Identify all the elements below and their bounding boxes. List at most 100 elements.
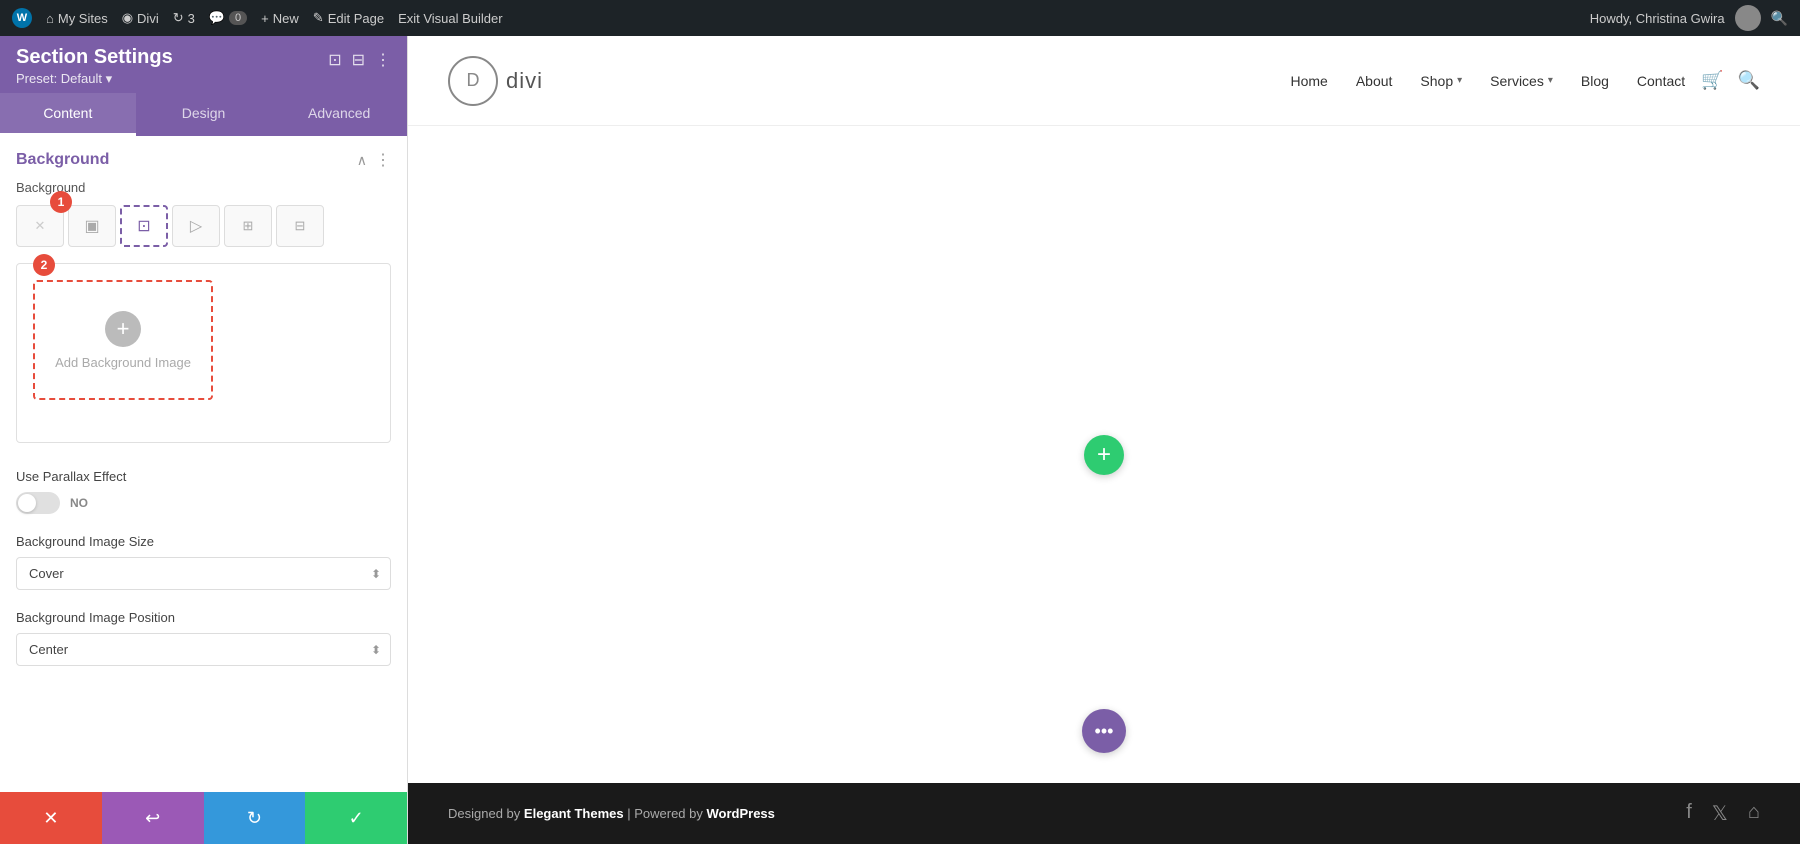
image-position-select-wrapper: Center Top Left Top Center Top Right [16, 633, 391, 666]
site-logo: D divi [448, 56, 543, 106]
howdy-text: Howdy, Christina Gwira [1590, 11, 1725, 26]
divi-btn[interactable]: ◉ Divi [122, 10, 159, 26]
more-options-button[interactable]: ••• [1082, 709, 1126, 753]
image-position-field: Background Image Position Center Top Lef… [0, 600, 407, 676]
search-icon[interactable]: 🔍 [1738, 70, 1760, 91]
services-chevron-icon: ▾ [1548, 75, 1553, 86]
action-bar: ✕ ↩ ↻ ✓ [0, 792, 407, 844]
footer-social: f 𝕏 ⌂ [1686, 801, 1760, 826]
user-avatar[interactable] [1735, 5, 1761, 31]
tab-design[interactable]: Design [136, 93, 272, 136]
revisions-btn[interactable]: ↻ 3 [173, 10, 195, 26]
bg-type-video[interactable]: ▷ [172, 205, 220, 247]
left-panel: Section Settings Preset: Default ▾ ⊡ ⊟ ⋮… [0, 36, 408, 844]
my-sites-btn[interactable]: ⌂ My Sites [46, 11, 108, 26]
page-content: + ••• [408, 126, 1800, 783]
exit-builder-btn[interactable]: Exit Visual Builder [398, 11, 503, 26]
admin-bar-right: Howdy, Christina Gwira 🔍 [1590, 5, 1788, 31]
nav-contact[interactable]: Contact [1637, 73, 1685, 89]
section-header-icons: ∧ ⋮ [357, 150, 391, 170]
instagram-icon[interactable]: ⌂ [1748, 801, 1760, 826]
panel-preset[interactable]: Preset: Default ▾ [16, 71, 173, 87]
image-position-select[interactable]: Center Top Left Top Center Top Right [16, 633, 391, 666]
bg-type-pattern[interactable]: ⊞ [224, 205, 272, 247]
image-size-field: Background Image Size Cover Contain Stre… [0, 524, 407, 600]
twitter-icon[interactable]: 𝕏 [1712, 801, 1728, 826]
tab-content[interactable]: Content [0, 93, 136, 136]
home-icon: ⌂ [46, 11, 54, 26]
logo-text: divi [506, 68, 543, 94]
bg-type-image[interactable]: ⊡ [120, 205, 168, 247]
undo-icon: ↩ [145, 808, 160, 829]
image-upload-area: 2 + Add Background Image [16, 263, 391, 443]
undo-button[interactable]: ↩ [102, 792, 204, 844]
section-more-icon[interactable]: ⋮ [375, 150, 391, 170]
image-size-label: Background Image Size [16, 534, 391, 549]
wordpress-icon[interactable]: W [12, 8, 32, 28]
divi-icon: ◉ [122, 10, 133, 26]
bg-type-color[interactable]: ▣ [68, 205, 116, 247]
cancel-button[interactable]: ✕ [0, 792, 102, 844]
toggle-knob [18, 494, 36, 512]
parallax-toggle[interactable] [16, 492, 60, 514]
revisions-icon: ↻ [173, 10, 184, 26]
step2-badge: 2 [33, 254, 55, 276]
collapse-icon[interactable]: ∧ [357, 152, 367, 169]
cancel-icon: ✕ [43, 808, 58, 829]
panel-title: Section Settings [16, 46, 173, 69]
site-nav: Home About Shop ▾ Services ▾ Blog Contac [1290, 73, 1685, 89]
new-btn[interactable]: + New [261, 11, 299, 26]
parallax-field: Use Parallax Effect NO [0, 459, 407, 524]
panel-header: Section Settings Preset: Default ▾ ⊡ ⊟ ⋮ [0, 36, 407, 93]
pattern-icon: ⊞ [243, 218, 254, 234]
responsive-icon[interactable]: ⊡ [328, 50, 341, 70]
tab-advanced[interactable]: Advanced [271, 93, 407, 136]
main-layout: Section Settings Preset: Default ▾ ⊡ ⊟ ⋮… [0, 36, 1800, 844]
nav-home[interactable]: Home [1290, 73, 1327, 89]
site-header: D divi Home About Shop ▾ Services ▾ [408, 36, 1800, 126]
background-type-row: 1 ✕ ▣ ⊡ ▷ ⊞ ⊟ [0, 201, 407, 259]
nav-blog[interactable]: Blog [1581, 73, 1609, 89]
add-image-label: Add Background Image [55, 355, 191, 370]
shop-chevron-icon: ▾ [1457, 75, 1462, 86]
parallax-toggle-row: NO [16, 492, 391, 514]
image-size-select[interactable]: Cover Contain Stretch [16, 557, 391, 590]
add-row-icon: + [1097, 441, 1111, 469]
panel-header-info: Section Settings Preset: Default ▾ [16, 46, 173, 87]
redo-button[interactable]: ↻ [204, 792, 306, 844]
nav-services[interactable]: Services ▾ [1490, 73, 1553, 89]
save-button[interactable]: ✓ [305, 792, 407, 844]
comments-icon: 💬 [209, 10, 225, 26]
nav-about[interactable]: About [1356, 73, 1393, 89]
panel-tabs: Content Design Advanced [0, 93, 407, 136]
pencil-icon: ✎ [313, 10, 324, 26]
edit-page-btn[interactable]: ✎ Edit Page [313, 10, 384, 26]
admin-bar-left: W ⌂ My Sites ◉ Divi ↻ 3 💬 0 + New ✎ Edit… [12, 8, 1574, 28]
none-icon: ✕ [35, 218, 46, 234]
save-icon: ✓ [349, 808, 364, 829]
footer-text: Designed by Elegant Themes | Powered by … [448, 806, 775, 821]
image-position-label: Background Image Position [16, 610, 391, 625]
logo-circle: D [448, 56, 498, 106]
background-section-header: Background ∧ ⋮ [0, 136, 407, 180]
admin-bar: W ⌂ My Sites ◉ Divi ↻ 3 💬 0 + New ✎ Edit… [0, 0, 1800, 36]
facebook-icon[interactable]: f [1686, 801, 1692, 826]
color-icon: ▣ [84, 216, 99, 236]
nav-shop[interactable]: Shop ▾ [1420, 73, 1462, 89]
add-background-image-btn[interactable]: + Add Background Image [33, 280, 213, 400]
search-icon[interactable]: 🔍 [1771, 10, 1788, 27]
add-row-button[interactable]: + [1084, 435, 1124, 475]
add-image-plus-icon: + [105, 311, 141, 347]
background-section-title: Background [16, 151, 109, 169]
bg-type-mask[interactable]: ⊟ [276, 205, 324, 247]
comments-btn[interactable]: 💬 0 [209, 10, 247, 26]
image-size-select-wrapper: Cover Contain Stretch [16, 557, 391, 590]
more-options-icon[interactable]: ⋮ [375, 50, 391, 70]
cart-icon[interactable]: 🛒 [1701, 70, 1723, 91]
columns-icon[interactable]: ⊟ [352, 50, 365, 70]
nav-icons: 🛒 🔍 [1701, 70, 1760, 91]
site-footer: Designed by Elegant Themes | Powered by … [408, 783, 1800, 844]
panel-header-icons: ⊡ ⊟ ⋮ [328, 50, 391, 70]
video-icon: ▷ [190, 216, 202, 236]
plus-icon: + [261, 11, 269, 26]
